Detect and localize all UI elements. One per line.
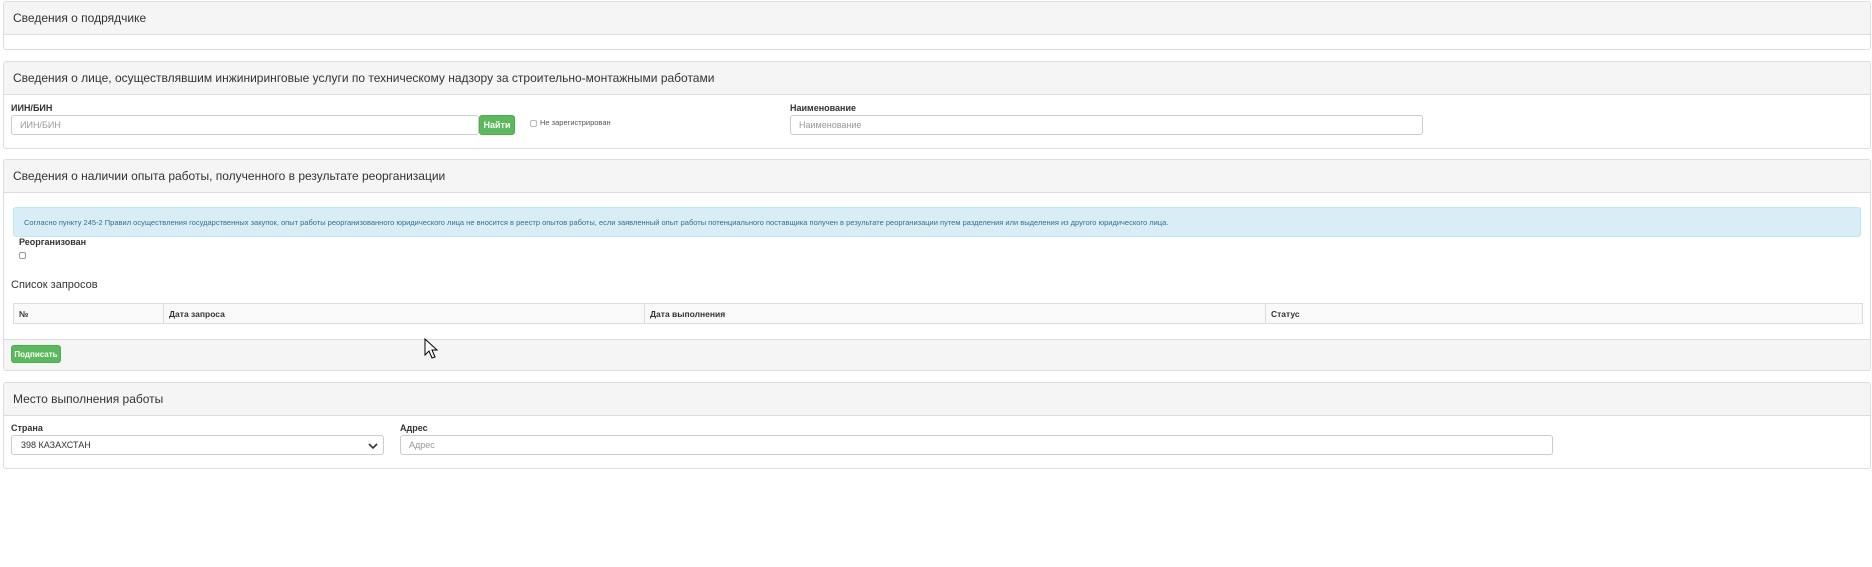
work-place-panel-heading: Место выполнения работы	[4, 383, 1870, 416]
contractor-panel: Сведения о подрядчике	[3, 1, 1871, 50]
chevron-down-icon	[368, 443, 378, 450]
reorganization-panel-footer: Подписать	[4, 339, 1870, 370]
engineering-panel-title: Сведения о лице, осуществлявшим инжинири…	[13, 71, 715, 85]
engineering-panel-heading: Сведения о лице, осуществлявшим инжинири…	[4, 62, 1870, 95]
reorganization-info-alert: Согласно пункту 245-2 Правил осуществлен…	[13, 207, 1861, 237]
reorganization-panel-title: Сведения о наличии опыта работы, получен…	[13, 169, 446, 183]
country-select-value: 398 КАЗАХСТАН	[21, 440, 91, 450]
address-input[interactable]	[400, 435, 1553, 455]
contractor-panel-heading: Сведения о подрядчике	[4, 2, 1870, 35]
mouse-cursor-icon	[424, 338, 439, 359]
find-button[interactable]: Найти	[479, 115, 515, 135]
reorganization-info-text: Согласно пункту 245-2 Правил осуществлен…	[24, 217, 1169, 227]
work-place-panel: Место выполнения работы Страна 398 КАЗАХ…	[3, 382, 1871, 469]
iin-label: ИИН/БИН	[11, 103, 53, 113]
column-request-date[interactable]: Дата запроса	[163, 303, 645, 324]
not-registered-label: Не зарегистрирован	[540, 118, 611, 127]
not-registered-checkbox[interactable]	[530, 120, 537, 127]
engineering-panel: Сведения о лице, осуществлявшим инжинири…	[3, 61, 1871, 149]
sign-button[interactable]: Подписать	[11, 345, 61, 363]
address-label: Адрес	[400, 423, 428, 433]
reorganized-checkbox[interactable]	[19, 252, 26, 259]
iin-input[interactable]	[11, 115, 479, 135]
requests-list-title: Список запросов	[11, 279, 98, 291]
requests-table: № Дата запроса Дата выполнения Статус	[13, 303, 1863, 324]
column-number[interactable]: №	[13, 303, 164, 324]
column-completion-date[interactable]: Дата выполнения	[644, 303, 1266, 324]
name-label: Наименование	[790, 103, 857, 113]
work-place-panel-title: Место выполнения работы	[13, 392, 164, 406]
reorganized-label: Реорганизован	[19, 237, 87, 247]
reorganization-panel: Сведения о наличии опыта работы, получен…	[3, 159, 1871, 371]
contractor-panel-title: Сведения о подрядчике	[13, 11, 147, 25]
country-label: Страна	[11, 423, 43, 433]
requests-table-header-row: № Дата запроса Дата выполнения Статус	[13, 303, 1863, 324]
country-select[interactable]: 398 КАЗАХСТАН	[11, 435, 384, 455]
name-input[interactable]	[790, 115, 1423, 135]
column-status[interactable]: Статус	[1265, 303, 1863, 324]
reorganization-panel-heading: Сведения о наличии опыта работы, получен…	[4, 160, 1870, 193]
